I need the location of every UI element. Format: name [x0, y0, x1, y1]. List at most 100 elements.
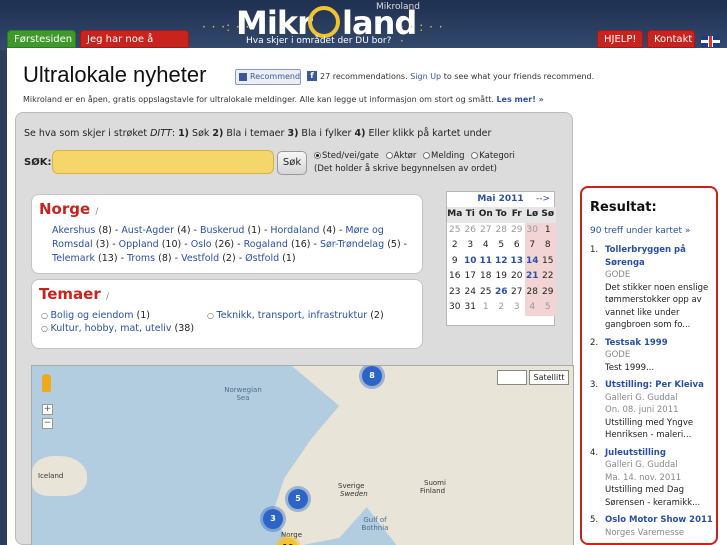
uk-flag-icon[interactable]	[701, 36, 720, 47]
region-separator: -	[234, 239, 244, 250]
region-separator: -	[310, 239, 320, 250]
result-source: Galleri G. Guddal	[605, 392, 678, 403]
result-item: 5. Oslo Motor Show 2011 Norges Varemesse	[590, 514, 714, 539]
theme-link[interactable]: Bolig og eiendom	[51, 310, 134, 321]
calendar-day[interactable]: 11	[478, 254, 494, 270]
zoom-out-button[interactable]: −	[42, 418, 53, 429]
street-view-pegman-icon[interactable]	[42, 374, 51, 392]
tab-help[interactable]: HJELP!	[597, 30, 643, 48]
region-separator: -	[111, 225, 122, 236]
theme-item: Teknikk, transport, infrastruktur (2)	[207, 309, 384, 322]
title-slash: /	[95, 207, 99, 217]
result-title-link[interactable]: Utstilling: Per Kleiva	[605, 379, 714, 392]
region-count: (4)	[319, 225, 336, 236]
calendar-day[interactable]: 21	[524, 269, 540, 285]
calendar-day[interactable]: 13	[509, 254, 525, 270]
results-title: Resultat:	[590, 200, 657, 215]
radio-melding[interactable]: Melding	[423, 151, 465, 161]
read-more-link[interactable]: Les mer! »	[496, 95, 543, 104]
calendar-day: 30	[524, 222, 540, 238]
calendar-day: 2	[451, 240, 458, 250]
region-link[interactable]: Vestfold	[181, 253, 219, 264]
signup-link[interactable]: Sign Up	[410, 72, 441, 81]
calendar-day: 17	[464, 271, 476, 281]
calendar-day: 27	[480, 224, 492, 235]
region-link[interactable]: Buskerud	[200, 225, 244, 236]
result-number: 3.	[590, 380, 599, 390]
norge-title[interactable]: Norge /	[39, 200, 98, 218]
theme-link[interactable]: Kultur, hobby, mat, uteliv	[51, 323, 172, 334]
calendar-day[interactable]: 10	[463, 254, 479, 270]
result-title-link[interactable]: Testsak 1999	[605, 337, 714, 350]
calendar-day: 31	[464, 302, 476, 312]
region-count: (5)	[384, 239, 401, 250]
calendar-day: 25	[449, 224, 461, 235]
region-link[interactable]: Østfold	[245, 253, 279, 264]
temaer-title[interactable]: Temaer /	[39, 285, 109, 303]
calendar-weekday: Fr	[509, 207, 525, 223]
region-separator: -	[335, 225, 346, 236]
calendar-day[interactable]: 12	[494, 254, 510, 270]
recommend-button[interactable]: Recommend	[235, 69, 301, 85]
intro-body: Mikroland er en åpen, gratis oppslagstav…	[23, 95, 494, 104]
radio-kategori[interactable]: Kategori	[471, 151, 515, 161]
region-link[interactable]: Rogaland	[244, 239, 288, 250]
search-button[interactable]: Søk	[277, 151, 307, 175]
map-cluster-marker[interactable]: 8	[362, 366, 382, 386]
calendar-day[interactable]: 26	[494, 285, 510, 301]
map-label-iceland: Iceland	[38, 472, 64, 480]
radio-dot-selected	[314, 152, 321, 159]
radio-aktor[interactable]: Aktør	[385, 151, 416, 161]
calendar-day: 19	[495, 271, 507, 281]
zoom-in-button[interactable]: +	[42, 404, 53, 415]
theme-column-1: Bolig og eiendom (1)Kultur, hobby, mat, …	[41, 309, 195, 335]
result-number: 2.	[590, 337, 599, 348]
calendar-month[interactable]: Mai 2011	[477, 194, 523, 204]
map-label-sea: Norwegian Sea	[224, 386, 262, 402]
region-link[interactable]: Oppland	[119, 239, 159, 250]
theme-link[interactable]: Teknikk, transport, infrastruktur	[217, 310, 368, 321]
region-link[interactable]: Oslo	[191, 239, 212, 250]
results-count-link[interactable]: 90 treff under kartet »	[590, 226, 690, 236]
result-title-link[interactable]: Juleutstilling	[605, 447, 714, 460]
radio-dot	[385, 152, 393, 159]
result-source: GODE	[605, 350, 631, 360]
region-count: (2)	[219, 253, 236, 264]
satellite-button[interactable]: Satellitt	[529, 370, 569, 385]
page-title: Ultralokale nyheter	[23, 62, 207, 87]
map-cluster-marker[interactable]: 5	[288, 489, 308, 509]
result-title-link[interactable]: Tollerbryggen på Sørenga	[605, 244, 714, 269]
radio-label: Melding	[431, 151, 465, 161]
tab-contact[interactable]: Kontakt	[647, 30, 695, 48]
region-count: (10)	[158, 239, 182, 250]
theme-column-2: Teknikk, transport, infrastruktur (2)	[207, 309, 384, 322]
region-link[interactable]: Telemark	[52, 253, 95, 264]
region-link[interactable]: Aust-Agder	[121, 225, 174, 236]
region-count: (13)	[95, 253, 118, 264]
map-type-button[interactable]	[497, 370, 527, 385]
title-slash: /	[105, 292, 110, 302]
calendar-day[interactable]: 14	[524, 253, 540, 269]
tab-post-news[interactable]: Jeg har noe å melde	[80, 30, 189, 63]
howto-line: Se hva som skjer i strøket DITT: 1) Søk …	[24, 128, 492, 139]
region-link[interactable]: Hordaland	[270, 225, 319, 236]
result-title-link[interactable]: Oslo Motor Show 2011	[605, 514, 714, 527]
search-input[interactable]	[52, 150, 274, 174]
site-logo[interactable]: · · ·: · · Mikr land Mikroland Hva skjer…	[200, 2, 450, 48]
calendar-day: 5	[498, 240, 505, 250]
calendar-day: 8	[540, 238, 556, 254]
map-cluster-marker[interactable]: 3	[263, 509, 283, 529]
map[interactable]: + − Satellitt Norwegian Sea Iceland Sver…	[31, 365, 574, 545]
calendar-header: Mai 2011 -->	[447, 192, 554, 207]
calendar-day: 25	[480, 286, 492, 297]
calendar-grid: Ma Ti On To Fr Lø Sø 25 26 27 28 29 30 1 2 3 4 5 6 7 8 9 10 11 1…	[447, 207, 556, 316]
tab-forstesiden[interactable]: Førstesiden	[7, 30, 76, 48]
radio-sted[interactable]: Sted/vei/gate	[314, 151, 379, 161]
region-count: (3)	[92, 239, 110, 250]
calendar-next-button[interactable]: -->	[536, 192, 550, 207]
norge-title-text: Norge	[39, 200, 91, 218]
region-link[interactable]: Troms	[127, 253, 155, 264]
region-link[interactable]: Akershus	[52, 225, 95, 236]
calendar-day: 2	[498, 302, 505, 312]
region-link[interactable]: Sør-Trøndelag	[320, 239, 384, 250]
